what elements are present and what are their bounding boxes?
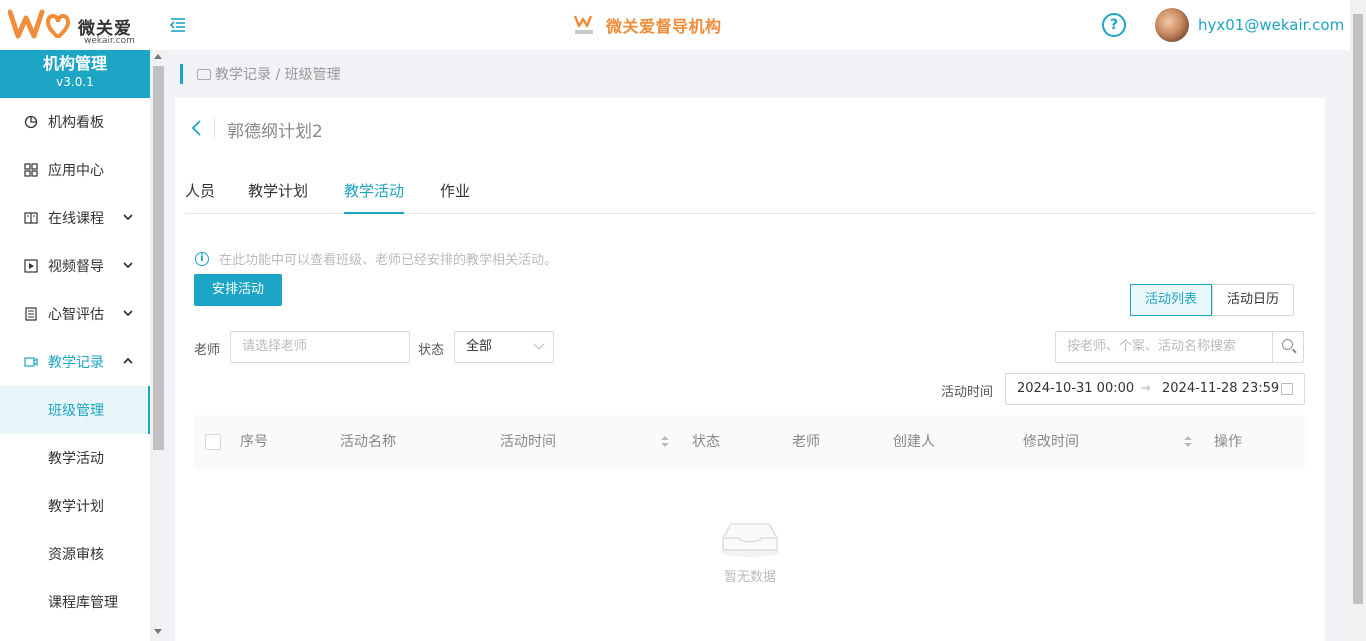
tab-homework[interactable]: 作业: [440, 180, 470, 214]
status-label: 状态: [418, 343, 445, 358]
sidebar-item-label: 在线课程: [48, 211, 104, 227]
sidebar-subitem-course-library[interactable]: 课程库管理: [0, 578, 150, 626]
empty-text: 暂无数据: [723, 570, 776, 585]
column-header: 序号: [240, 434, 268, 450]
info-message: i 在此功能中可以查看班级、老师已经安排的教学相关活动。: [195, 249, 557, 268]
column-header[interactable]: 修改时间: [1023, 415, 1079, 469]
chevron-down-icon: [122, 259, 134, 274]
sidebar-subitem-resource-review[interactable]: 资源审核: [0, 530, 150, 578]
column-header: 状态: [692, 434, 720, 450]
document-icon: [24, 307, 38, 321]
info-text: 在此功能中可以查看班级、老师已经安排的教学相关活动。: [219, 253, 558, 268]
sidebar-item-label: 应用中心: [48, 163, 104, 179]
tab-teaching-activity[interactable]: 教学活动: [344, 180, 405, 214]
main-card: 郭德纲计划2 人员 教学计划 教学活动 作业 i 在此功能中可以查看班级、老师已…: [175, 98, 1325, 641]
chevron-down-icon: [122, 211, 134, 226]
status-value: 全部: [466, 339, 493, 354]
arrange-activity-button[interactable]: 安排活动: [194, 274, 282, 306]
tab-bar: 人员 教学计划 教学活动 作业: [185, 180, 1315, 214]
column-header: 操作: [1214, 434, 1242, 450]
sidebar-item-teaching-records[interactable]: 教学记录: [0, 338, 150, 386]
column-header[interactable]: 活动时间: [500, 415, 556, 469]
arrow-right-icon: →: [1140, 381, 1151, 396]
sidebar-item-label: 心智评估: [48, 307, 104, 323]
column-header: 老师: [792, 434, 820, 450]
sidebar-item-video-supervision[interactable]: 视频督导: [0, 242, 150, 290]
teacher-placeholder: 请选择老师: [242, 339, 308, 354]
sidebar-item-app-center[interactable]: 应用中心: [0, 146, 150, 194]
sidebar-item-label: 机构看板: [48, 115, 104, 131]
sidebar-header: 机构管理 v3.0.1: [0, 50, 150, 98]
teacher-label: 老师: [194, 343, 221, 358]
page-scrollbar[interactable]: [1350, 0, 1366, 641]
sidebar: 机构管理 v3.0.1 机构看板 应用中心 在线课程 视频督导 心智评估 教学记…: [0, 50, 150, 641]
sort-icon[interactable]: [661, 436, 669, 448]
calendar-icon: [1281, 383, 1293, 395]
status-select[interactable]: 全部: [454, 331, 554, 363]
date-start[interactable]: 2024-10-31 00:00: [1017, 374, 1134, 404]
sidebar-title: 机构管理: [42, 54, 107, 73]
help-icon[interactable]: ?: [1102, 13, 1126, 37]
activity-time-label: 活动时间: [941, 385, 994, 400]
view-toggle: 活动列表 活动日历: [1130, 284, 1295, 316]
logo-mark-icon: [8, 9, 70, 39]
tab-teaching-plan[interactable]: 教学计划: [248, 180, 308, 214]
sidebar-subitem-class-management[interactable]: 班级管理: [0, 386, 150, 434]
book-icon: [24, 211, 38, 225]
avatar[interactable]: [1155, 8, 1189, 42]
breadcrumb: 教学记录 / 班级管理: [180, 64, 341, 84]
sidebar-item-mind-assessment[interactable]: 心智评估: [0, 290, 150, 338]
menu-collapse-icon[interactable]: [168, 15, 188, 35]
teacher-select[interactable]: 请选择老师: [230, 331, 410, 363]
empty-state: 暂无数据: [703, 514, 793, 594]
brand-mini-logo-icon: [572, 13, 598, 37]
sidebar-scrollbar[interactable]: [150, 50, 167, 641]
column-header: 活动名称: [340, 434, 396, 450]
sidebar-item-online-course[interactable]: 在线课程: [0, 194, 150, 242]
activity-calendar-button[interactable]: 活动日历: [1212, 284, 1295, 316]
search-icon: [1282, 339, 1293, 350]
search-input[interactable]: 按老师、个案、活动名称搜索: [1055, 331, 1304, 363]
video-icon: [24, 355, 38, 369]
center-brand: 微关爱督导机构: [572, 13, 722, 37]
page-title: 郭德纲计划2: [227, 122, 323, 142]
select-all-checkbox[interactable]: [205, 434, 221, 450]
sort-icon[interactable]: [1184, 436, 1192, 448]
tab-members[interactable]: 人员: [185, 180, 215, 214]
sidebar-version: v3.0.1: [56, 75, 94, 89]
user-email[interactable]: hyx01@wekair.com: [1198, 16, 1344, 34]
wekair-logo[interactable]: 微关爱 wekair.com: [8, 6, 143, 46]
logo-subtext: wekair.com: [84, 36, 135, 46]
table-header: 序号 活动名称 活动时间 状态 老师 创建人 修改时间 操作: [194, 415, 1305, 469]
top-header: 微关爱 wekair.com 微关爱督导机构 ? hyx01@wekair.co…: [0, 0, 1350, 50]
sidebar-item-label: 视频督导: [48, 259, 104, 275]
sidebar-item-label: 教学记录: [48, 355, 104, 371]
activity-list-button[interactable]: 活动列表: [1130, 284, 1213, 316]
scroll-up-arrow-icon[interactable]: [154, 54, 162, 59]
play-icon: [24, 259, 38, 273]
video-icon: [197, 68, 211, 80]
info-icon: i: [195, 251, 209, 266]
column-header: 创建人: [893, 434, 935, 450]
grid-icon: [24, 163, 38, 177]
pie-chart-icon: [24, 115, 38, 129]
chevron-down-icon: [533, 338, 545, 350]
scroll-down-arrow-icon[interactable]: [154, 629, 162, 634]
back-arrow-icon[interactable]: [185, 116, 209, 140]
chevron-up-icon: [122, 355, 134, 370]
sidebar-subitem-teaching-activity[interactable]: 教学活动: [0, 434, 150, 482]
brand-title: 微关爱督导机构: [606, 17, 722, 36]
search-button[interactable]: [1272, 332, 1303, 362]
search-placeholder: 按老师、个案、活动名称搜索: [1067, 339, 1237, 354]
date-end[interactable]: 2024-11-28 23:59: [1162, 374, 1279, 404]
sidebar-item-dashboard[interactable]: 机构看板: [0, 98, 150, 146]
page-scroll-thumb[interactable]: [1353, 14, 1363, 604]
divider: [214, 118, 215, 138]
date-range-picker[interactable]: 2024-10-31 00:00 → 2024-11-28 23:59: [1005, 373, 1305, 405]
empty-inbox-icon: [719, 518, 781, 558]
breadcrumb-text[interactable]: 教学记录 / 班级管理: [215, 64, 341, 84]
sidebar-subitem-teaching-plan[interactable]: 教学计划: [0, 482, 150, 530]
scroll-thumb[interactable]: [153, 66, 164, 450]
chevron-down-icon: [122, 307, 134, 322]
